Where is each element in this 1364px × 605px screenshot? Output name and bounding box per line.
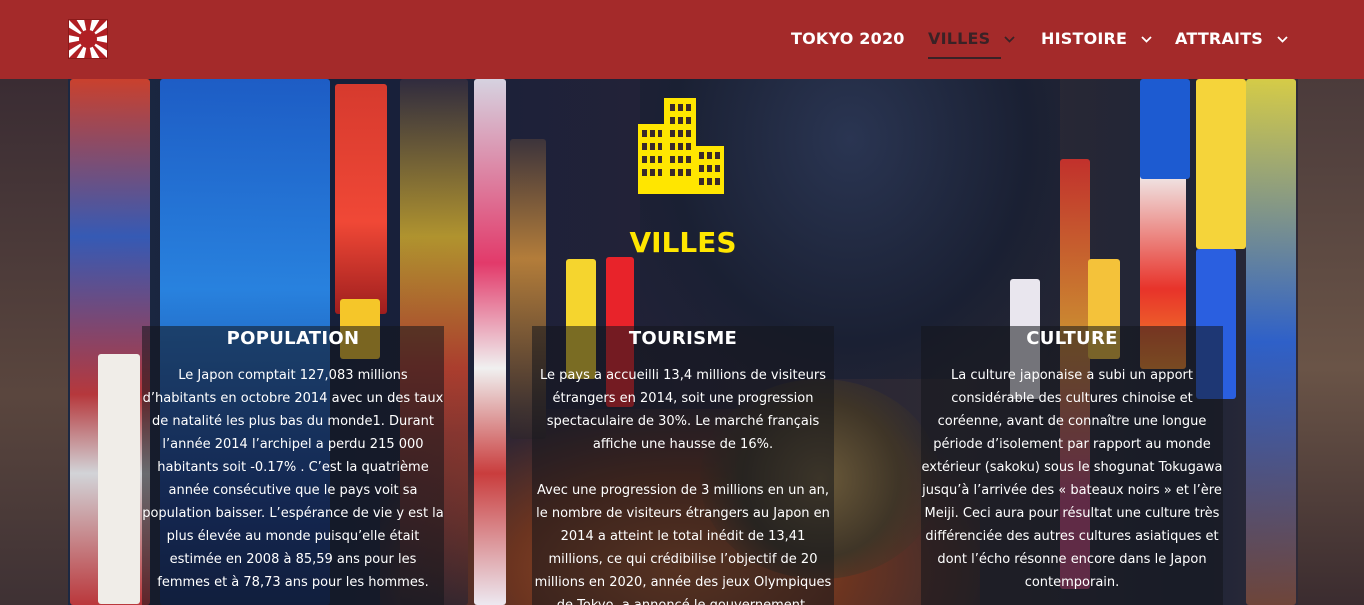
chevron-down-icon	[1277, 36, 1288, 43]
column-title: POPULATION	[226, 328, 360, 349]
nav-item-label: ATTRAITS	[1175, 29, 1264, 48]
population-column: POPULATION Le Japon comptait 127,083 mil…	[142, 326, 444, 605]
chevron-down-icon	[1004, 36, 1015, 43]
column-text: Le pays a accueilli 13,4 millions de vis…	[540, 368, 826, 452]
nav-item-histoire[interactable]: HISTOIRE	[1041, 29, 1152, 48]
site-logo[interactable]	[68, 19, 108, 59]
nav-item-label: VILLES	[928, 29, 991, 48]
nav-item-label: HISTOIRE	[1041, 29, 1128, 48]
column-text: Avec une progression de 3 millions en un…	[534, 483, 832, 605]
column-title: CULTURE	[1026, 328, 1118, 349]
nav-item-villes[interactable]: VILLES	[928, 29, 1015, 59]
nav-item-attraits[interactable]: ATTRAITS	[1175, 29, 1288, 48]
top-navbar: TOKYO 2020 VILLES HISTOIRE ATTRAITS	[0, 0, 1364, 79]
column-text: Le Japon comptait 127,083 millions d’hab…	[142, 368, 444, 590]
column-text: La culture japonaise a subi un apport co…	[921, 368, 1223, 590]
rising-sun-icon	[68, 19, 108, 59]
column-title: TOURISME	[628, 328, 738, 349]
active-nav-indicator	[928, 57, 1002, 59]
nav-item-label: TOKYO 2020	[791, 29, 905, 48]
tourisme-column: TOURISME Le pays a accueilli 13,4 millio…	[532, 326, 834, 605]
buildings-icon	[638, 98, 724, 194]
culture-column: CULTURE La culture japonaise a subi un a…	[921, 326, 1223, 605]
section-title: VILLES	[629, 226, 737, 259]
chevron-down-icon	[1141, 36, 1152, 43]
nav-item-tokyo-2020[interactable]: TOKYO 2020	[791, 29, 905, 48]
